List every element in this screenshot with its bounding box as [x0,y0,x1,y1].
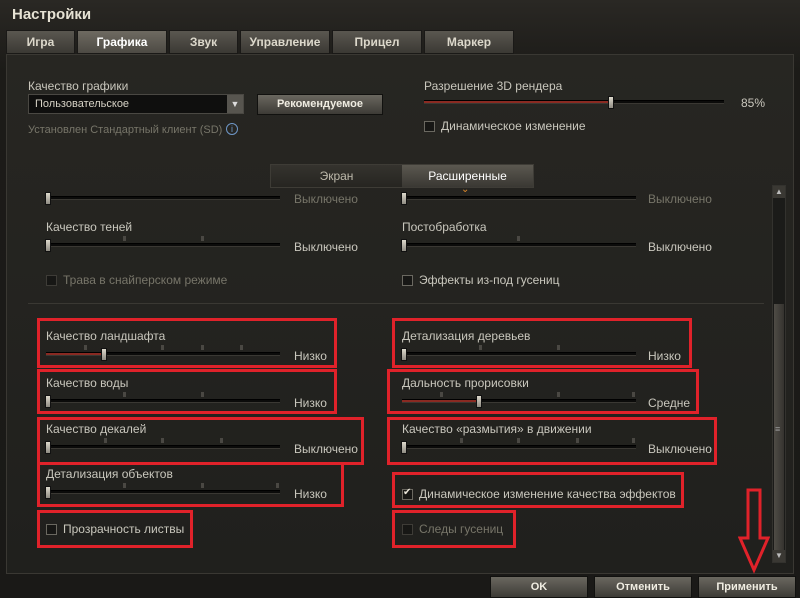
tab-sound[interactable]: Звук [169,30,238,54]
slider-knob[interactable] [45,239,51,252]
highlight-tree-detail [392,318,692,368]
slider-knob[interactable] [401,192,407,205]
highlight-decals [37,417,364,465]
highlight-dynamic-effects [392,472,684,508]
highlight-tank-tracks [392,510,516,548]
arrow-down-icon [738,488,770,574]
cancel-button[interactable]: Отменить [594,576,692,598]
track-effects-checkbox[interactable] [402,275,413,286]
cut-slider-left[interactable] [45,192,280,205]
highlight-foliage [37,510,193,548]
postprocessing-value: Выключено [648,240,712,254]
dynamic-resolution-checkbox[interactable] [424,121,435,132]
graphics-quality-label: Качество графики [28,79,129,93]
render-resolution-value: 85% [741,96,766,110]
chevron-down-icon[interactable]: ▼ [227,95,243,113]
client-note: Установлен Стандартный клиент (SD) [28,124,223,136]
cut-value-left: Выключено [294,192,358,206]
slider-knob[interactable] [45,192,51,205]
render-resolution-label: Разрешение 3D рендера [424,79,563,93]
shadow-quality-slider[interactable] [45,236,280,252]
slider-knob[interactable] [401,239,407,252]
postprocessing-slider[interactable] [401,236,636,252]
highlight-terrain [37,318,337,368]
scroll-up-icon[interactable]: ▲ [773,186,785,198]
info-icon[interactable]: i [226,123,238,135]
tab-graphics[interactable]: Графика [77,30,167,54]
tab-game[interactable]: Игра [6,30,75,54]
render-resolution-fill [424,101,609,103]
render-resolution-knob[interactable] [608,96,614,109]
tab-sight[interactable]: Прицел [332,30,422,54]
tab-bar: Игра Графика Звук Управление Прицел Марк… [6,30,516,54]
grass-sniper-checkbox[interactable] [46,275,57,286]
shadow-quality-label: Качество теней [46,220,133,234]
postprocessing-label: Постобработка [402,220,487,234]
highlight-draw-distance [387,369,699,414]
dynamic-resolution-label: Динамическое изменение [441,119,586,133]
recommended-button[interactable]: Рекомендуемое [257,94,383,115]
settings-window: Настройки Игра Графика Звук Управление П… [0,0,800,598]
highlight-water [37,369,337,414]
grass-sniper-label: Трава в снайперском режиме [63,273,228,287]
window-title: Настройки [12,6,92,23]
graphics-quality-select[interactable]: Пользовательское ▼ [28,94,244,114]
grip-icon: ≡ [775,424,781,434]
tab-controls[interactable]: Управление [240,30,330,54]
scrollbar[interactable]: ▲ ≡ ▼ [772,185,786,563]
tab-marker[interactable]: Маркер [424,30,514,54]
cut-value-right: Выключено [648,192,712,206]
scroll-down-icon[interactable]: ▼ [773,550,785,562]
graphics-quality-value: Пользовательское [35,98,130,110]
subtab-bar: Экран Расширенные ⌄ [270,164,534,195]
render-resolution-slider[interactable] [424,96,724,109]
highlight-motion-blur [387,417,717,465]
cut-slider-right[interactable] [401,192,636,205]
track-effects-label: Эффекты из-под гусениц [419,273,560,287]
highlight-object-detail [37,462,344,507]
divider [28,303,764,304]
ok-button[interactable]: OK [490,576,588,598]
shadow-quality-value: Выключено [294,240,358,254]
subtab-screen[interactable]: Экран [271,165,402,187]
apply-button[interactable]: Применить [698,576,796,598]
chevron-down-icon: ⌄ [461,184,470,195]
